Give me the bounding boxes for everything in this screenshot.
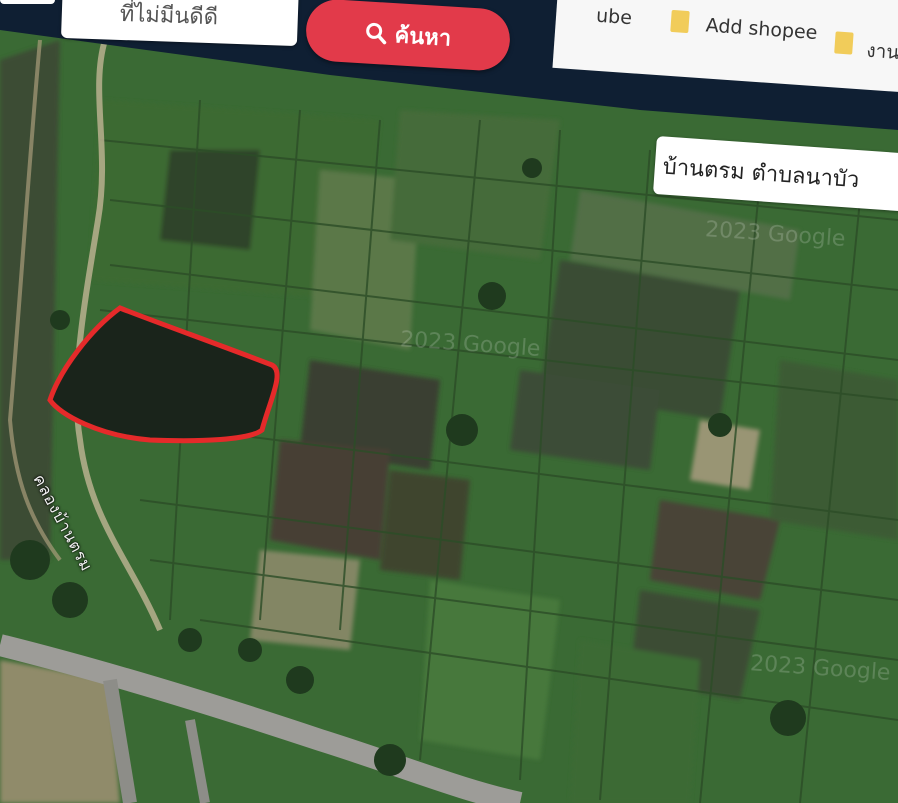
bookmark-add-shopee[interactable]: Add shopee <box>705 14 818 44</box>
bookmark-ube[interactable]: ube <box>595 5 632 29</box>
bookmark-work[interactable]: งาน <box>865 36 898 68</box>
home-button[interactable] <box>0 0 55 4</box>
search-button-label: ค้นหา <box>393 22 452 52</box>
search-input-text: ที่ไม่มีนดีดี <box>119 1 219 31</box>
search-button[interactable]: ค้นหา <box>304 0 512 73</box>
search-icon <box>365 22 386 45</box>
folder-icon <box>670 9 690 34</box>
top-bar: ที่ไม่มีนดีดี ค้นหา ube Add shopee งาน <box>0 0 898 130</box>
folder-icon <box>834 31 854 55</box>
